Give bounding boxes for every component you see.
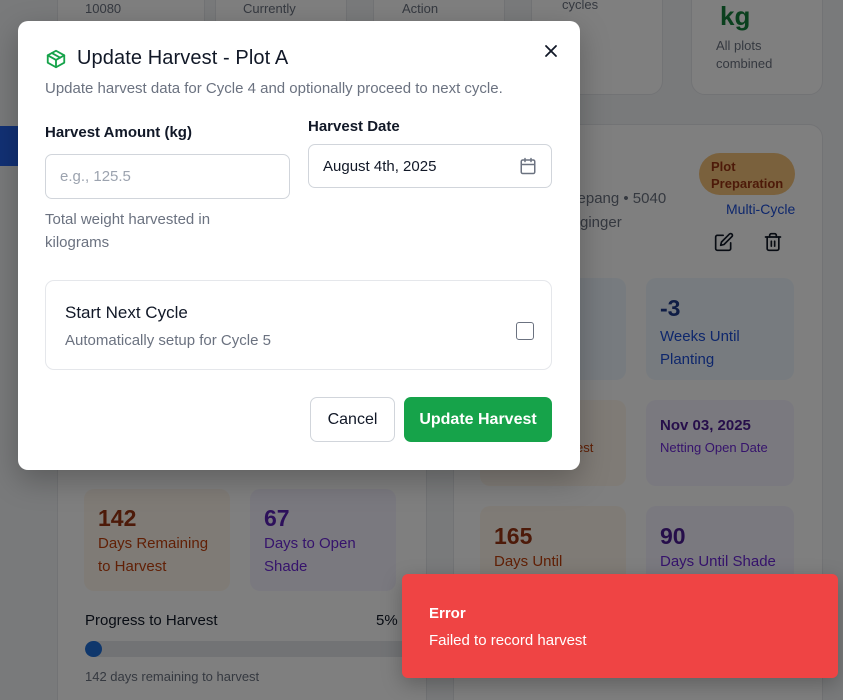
cancel-button[interactable]: Cancel [310, 397, 395, 442]
dialog-header: Update Harvest - Plot A [45, 47, 288, 70]
toast-title: Error [429, 605, 466, 622]
toast-message: Failed to record harvest [429, 632, 587, 649]
next-cycle-checkbox[interactable] [516, 322, 534, 340]
dialog-subtitle: Update harvest data for Cycle 4 and opti… [45, 80, 503, 97]
harvest-date-value: August 4th, 2025 [323, 157, 437, 175]
update-harvest-dialog: Update Harvest - Plot A Update harvest d… [18, 21, 580, 470]
harvest-date-label: Harvest Date [308, 118, 400, 135]
next-cycle-title: Start Next Cycle [65, 303, 188, 322]
harvest-amount-helper: Total weight harvested in kilograms [45, 211, 211, 251]
error-toast[interactable]: Error Failed to record harvest [402, 574, 838, 678]
harvest-date-picker[interactable]: August 4th, 2025 [308, 144, 552, 188]
next-cycle-subtitle: Automatically setup for Cycle 5 [65, 332, 271, 349]
close-icon [544, 44, 558, 58]
harvest-amount-label: Harvest Amount (kg) [45, 124, 192, 141]
calendar-icon [519, 157, 537, 175]
start-next-cycle-option: Start Next Cycle Automatically setup for… [45, 280, 552, 370]
package-icon [45, 48, 67, 70]
harvest-amount-input[interactable] [45, 154, 290, 199]
close-button[interactable] [539, 39, 563, 63]
update-harvest-button[interactable]: Update Harvest [404, 397, 552, 442]
dialog-title: Update Harvest - Plot A [77, 47, 289, 69]
